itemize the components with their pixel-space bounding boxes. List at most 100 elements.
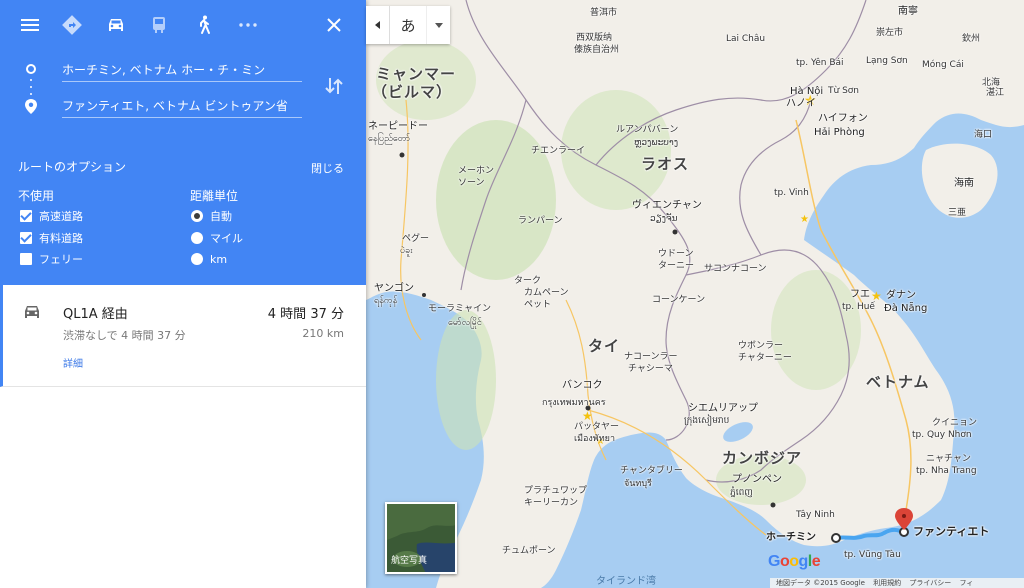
map-label-hanoi: ハノイ	[786, 98, 816, 109]
map-label-myanmar-2: （ビルマ）	[372, 83, 453, 101]
destination-input[interactable]: ファンティエト, ベトナム ビントゥアン省	[62, 94, 302, 118]
route-time: 4 時間 37 分	[267, 307, 344, 322]
unit-miles-radio[interactable]: マイル	[191, 230, 243, 246]
map-label-sanya: 三亜	[948, 208, 967, 218]
unit-km-radio[interactable]: km	[191, 251, 227, 267]
map-label-lang-son: Lạng Sơn	[866, 56, 908, 66]
map-label-haikou: 海口	[974, 130, 993, 140]
map-label-vientiane: ヴィエンチャン	[632, 200, 702, 211]
route-connector	[29, 79, 32, 95]
map-label-yangon-local: ရန်ကုန်	[374, 296, 398, 306]
avoid-highways-checkbox[interactable]: 高速道路	[20, 208, 83, 224]
map-label-chiangrai: チエンラーイ	[531, 146, 586, 156]
satellite-toggle[interactable]: 航空写真	[385, 502, 457, 574]
unit-miles-label: マイル	[210, 232, 243, 245]
avoid-ferries-checkbox[interactable]: フェリー	[20, 251, 83, 267]
svg-text:★: ★	[800, 214, 809, 225]
more-icon[interactable]	[236, 13, 260, 37]
map-label-bago-local: ပဲခူး	[400, 246, 413, 256]
map-label-prachuap-2: キーリーカン	[524, 498, 579, 508]
svg-text:★: ★	[871, 289, 882, 303]
map-label-yangon: ヤンゴン	[374, 283, 414, 294]
unit-auto-radio[interactable]: 自動	[191, 208, 232, 224]
map-label-hochiminh: ホーチミン	[766, 532, 816, 543]
map-label-naypyidaw: ネーピードー	[368, 121, 428, 132]
route-result[interactable]: QL1A 経由 4 時間 37 分 渋滞なしで 4 時間 37 分 210 km…	[0, 285, 366, 387]
map-label-khonkaen: コーンケーン	[652, 295, 706, 305]
units-heading: 距離単位	[190, 189, 239, 203]
options-close-link[interactable]: 閉じる	[311, 160, 344, 176]
satellite-label: 航空写真	[391, 556, 428, 566]
directions-icon[interactable]	[60, 13, 84, 37]
route-details-link[interactable]: 詳細	[63, 355, 83, 370]
map-label-danang-local: Đà Nẵng	[884, 303, 928, 314]
travel-mode-bar	[0, 0, 366, 50]
map-label-puer: 普洱市	[590, 8, 618, 18]
route-distance: 210 km	[302, 327, 344, 340]
avoid-tolls-checkbox[interactable]: 有料道路	[20, 230, 83, 246]
map-label-chanthaburi-local: จันทบุรี	[624, 479, 652, 489]
map-label-mong-cai: Móng Cái	[922, 60, 964, 70]
radio-unselected-icon[interactable]	[191, 232, 203, 244]
map-label-laos: ラオス	[641, 155, 690, 173]
car-icon	[22, 303, 42, 325]
map-canvas[interactable]: ★ ★ ★ ★ ★ ミャンマー （ビルマ） ラオス タイ ベトナム カンボジア …	[366, 0, 1024, 588]
map-label-mawlamyine: モーラミャイン	[428, 304, 492, 314]
map-label-sakon: サコンナコーン	[704, 264, 767, 274]
map-label-nhatrang-local: tp. Nha Trang	[916, 466, 977, 476]
map-label-phnompenh-local: ភ្នំពេញ	[730, 488, 753, 498]
close-icon[interactable]	[322, 13, 346, 37]
route-name: QL1A 経由	[63, 307, 128, 322]
footer-privacy-link[interactable]: プライバシー	[909, 579, 951, 587]
collapse-arrow-icon[interactable]	[366, 6, 390, 44]
map-label-thailand: タイ	[588, 337, 621, 355]
radio-unselected-icon[interactable]	[191, 253, 203, 265]
route-traffic-note: 渋滞なしで 4 時間 37 分	[63, 329, 186, 342]
origin-input[interactable]: ホーチミン, ベトナム ホー・チ・ミン	[62, 58, 302, 82]
input-tools-button[interactable]: あ	[366, 6, 450, 44]
unit-auto-label: 自動	[210, 210, 232, 223]
map-label-yen-bai: tp. Yên Bái	[796, 58, 844, 68]
map-label-quinhon-local: tp. Quy Nhơn	[912, 430, 972, 440]
checkbox-checked-icon[interactable]	[20, 210, 32, 222]
map-base: ★ ★ ★ ★ ★	[366, 0, 1024, 588]
map-label-chanthaburi: チャンタブリー	[620, 466, 683, 476]
map-label-phanthiet: ファンティエト	[913, 525, 990, 538]
directions-panel: ホーチミン, ベトナム ホー・チ・ミン ファンティエト, ベトナム ビントゥアン…	[0, 0, 366, 588]
map-label-vinh: tp. Vinh	[774, 188, 809, 198]
map-label-bangkok-local: กรุงเทพมหานคร	[542, 398, 606, 408]
map-label-hue-local: tp. Huế	[842, 302, 875, 312]
map-label-bago: ペグー	[402, 234, 430, 244]
dropdown-arrow-icon[interactable]	[426, 6, 450, 44]
map-label-haiphong-local: Hải Phòng	[814, 127, 865, 138]
svg-text:★: ★	[582, 409, 593, 423]
footer-feedback-link[interactable]: フィ	[960, 579, 974, 587]
map-label-bangkok: バンコク	[562, 380, 603, 391]
walk-icon[interactable]	[192, 13, 216, 37]
map-label-hainan: 海南	[954, 178, 974, 189]
map-label-siemreap-local: ក្រុងសៀមរាប	[684, 416, 730, 426]
map-label-nhatrang: ニャチャン	[926, 454, 971, 464]
map-label-hue: フエ	[850, 289, 870, 300]
map-label-chumphon: チュムポーン	[502, 546, 556, 556]
car-icon[interactable]	[104, 13, 128, 37]
avoid-tolls-label: 有料道路	[39, 232, 83, 245]
checkbox-checked-icon[interactable]	[20, 232, 32, 244]
radio-selected-icon[interactable]	[191, 210, 203, 222]
map-label-zhanjiang: 湛江	[986, 88, 1005, 98]
transit-icon[interactable]	[147, 13, 171, 37]
checkbox-unchecked-icon[interactable]	[20, 253, 32, 265]
footer-copyright: 地図データ ©2015 Google	[776, 579, 865, 587]
language-label[interactable]: あ	[390, 6, 426, 44]
map-label-ubon: ウボンラー	[738, 341, 784, 351]
map-label-maehong: メーホン	[458, 166, 495, 176]
map-label-pattaya-local: เมืองพัทยา	[574, 434, 616, 444]
map-label-vietnam: ベトナム	[866, 373, 930, 391]
swap-icon[interactable]	[323, 74, 345, 98]
origin-dot-icon	[26, 64, 36, 74]
footer-terms-link[interactable]: 利用規約	[873, 579, 901, 587]
map-label-chongzuo: 崇左市	[876, 28, 904, 38]
map-label-kamphaeng: カムペーン	[524, 288, 569, 298]
map-label-udon-2: ターニー	[658, 261, 695, 271]
menu-icon[interactable]	[18, 13, 42, 37]
